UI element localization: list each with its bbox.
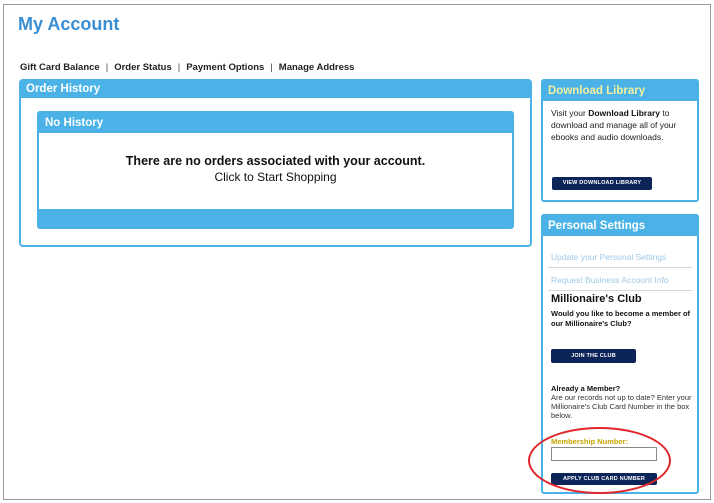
account-nav: Gift Card Balance | Order Status | Payment O… <box>20 62 354 73</box>
nav-payment-options[interactable]: Payment Options <box>186 62 264 73</box>
divider <box>548 267 692 268</box>
nav-gift-card-balance[interactable]: Gift Card Balance <box>20 62 100 73</box>
nav-separator: | <box>270 62 273 73</box>
download-library-text-pre: Visit your <box>551 108 586 118</box>
nav-manage-address[interactable]: Manage Address <box>279 62 355 73</box>
nav-separator: | <box>105 62 109 73</box>
no-history-panel: No History There are no orders associate… <box>37 111 514 229</box>
no-history-title: No History <box>39 113 512 133</box>
start-shopping-link[interactable]: Click to Start Shopping <box>39 170 512 184</box>
update-personal-settings-link[interactable]: Update your Personal Settings <box>551 252 666 262</box>
download-library-text-bold: Download Library <box>588 108 660 118</box>
order-history-panel: Order History No History There are no or… <box>19 79 532 247</box>
download-library-title: Download Library <box>543 81 697 101</box>
millionaires-club-title: Millionaire's Club <box>551 293 642 305</box>
download-library-panel: Download Library Visit your Download Lib… <box>541 79 699 202</box>
view-download-library-button[interactable]: VIEW DOWNLOAD LIBRARY <box>552 177 652 190</box>
divider <box>548 290 692 291</box>
page-title: My Account <box>18 14 120 34</box>
nav-separator: | <box>177 62 181 73</box>
already-member-title: Already a Member? <box>551 384 621 393</box>
already-member-text: Are our records not up to date? Enter yo… <box>551 393 692 420</box>
join-the-club-button[interactable]: JOIN THE CLUB <box>551 349 636 363</box>
nav-order-status[interactable]: Order Status <box>114 62 172 73</box>
personal-settings-title: Personal Settings <box>543 216 697 236</box>
no-history-footer-bar <box>39 209 512 227</box>
no-orders-message: There are no orders associated with your… <box>125 154 426 168</box>
highlight-annotation-ellipse <box>528 427 671 494</box>
order-history-title: Order History <box>21 81 530 98</box>
millionaires-club-question: Would you like to become a member of our… <box>551 309 691 328</box>
download-library-description: Visit your Download Library to download … <box>543 101 697 143</box>
business-account-info-link[interactable]: Request Business Account Info <box>551 275 669 285</box>
